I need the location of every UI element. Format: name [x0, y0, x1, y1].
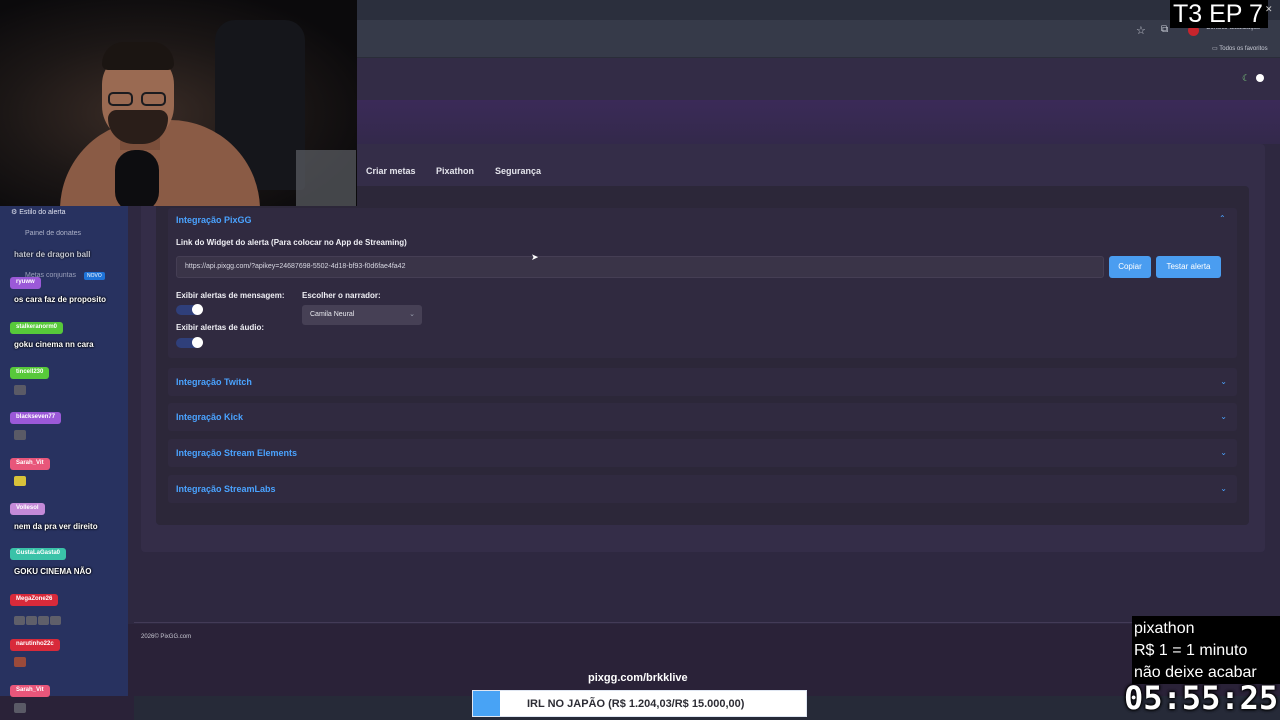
- chat-username: stalkeranorm0: [10, 322, 64, 334]
- accordion-pixgg: [168, 208, 1237, 358]
- chat-message: os cara faz de proposito: [14, 295, 107, 304]
- stream-donation-url: pixgg.com/brkklive: [588, 672, 688, 684]
- chevron-down-icon: ⌄: [409, 311, 415, 318]
- pixathon-promo: pixathon R$ 1 = 1 minuto não deixe acaba…: [1132, 616, 1280, 684]
- chat-username: Vollesol: [10, 503, 45, 515]
- test-alert-button[interactable]: Testar alerta: [1156, 256, 1221, 278]
- narrator-select-value: Camila Neural: [310, 311, 355, 318]
- sidebar-item-label: Estilo do alerta: [19, 209, 66, 216]
- tab-criar-metas[interactable]: Criar metas: [366, 166, 416, 176]
- chevron-down-icon: ⌄: [1220, 377, 1227, 386]
- streamer-hair: [102, 42, 174, 70]
- emote-row: [14, 612, 62, 625]
- emote-icon: [38, 616, 49, 625]
- donation-goal-bar: IRL NO JAPÃO (R$ 1.204,03/R$ 15.000,00): [472, 690, 807, 717]
- tab-pixathon[interactable]: Pixathon: [436, 166, 474, 176]
- theme-toggle[interactable]: ☾: [1240, 73, 1266, 84]
- chat-message: GOKU CINEMA NÃO: [14, 567, 92, 576]
- emote-icon: [14, 616, 25, 625]
- widget-link-label: Link do Widget do alerta (Para colocar n…: [176, 238, 407, 247]
- emote-icon: [14, 385, 26, 395]
- emote-icon: [14, 430, 26, 440]
- chat-username: narutinho22c: [10, 639, 60, 651]
- audio-alerts-toggle[interactable]: [176, 337, 203, 348]
- new-badge: NOVO: [84, 272, 105, 280]
- pixathon-timer: 05:55:25: [1124, 679, 1279, 717]
- widget-url-field[interactable]: https://api.pixgg.com/?apikey=24687698-5…: [176, 256, 1104, 278]
- all-bookmarks-label: Todos os favoritos: [1219, 46, 1268, 52]
- tab-seguranca[interactable]: Segurança: [495, 166, 541, 176]
- webcam-feed: [0, 0, 357, 206]
- episode-label: T3 EP 7: [1170, 0, 1268, 28]
- copy-button[interactable]: Copiar: [1109, 256, 1151, 278]
- goal-text: IRL NO JAPÃO (R$ 1.204,03/R$ 15.000,00): [527, 698, 745, 710]
- promo-line: pixathon: [1134, 620, 1195, 637]
- emote-icon: [14, 657, 26, 667]
- bookmark-star-icon[interactable]: ☆: [1136, 24, 1146, 37]
- accordion-streamlabs[interactable]: Integração StreamLabs ⌄: [168, 475, 1237, 503]
- narrator-select[interactable]: Camila Neural ⌄: [302, 305, 422, 325]
- close-icon[interactable]: ✕: [1265, 4, 1273, 15]
- chat-username: blackseven77: [10, 412, 62, 424]
- emote-icon: [50, 616, 61, 625]
- footer-divider: [134, 622, 1280, 623]
- chat-message: hater de dragon ball: [14, 250, 91, 259]
- chevron-down-icon: ⌄: [1220, 448, 1227, 457]
- sidebar-item-alert-style[interactable]: ⚙ Estilo do alerta: [11, 208, 66, 216]
- emote-icon: [26, 616, 37, 625]
- screen: ☆ ⧉ Concluir atualização ▭ Todos os favo…: [0, 0, 1280, 720]
- accordion-kick-title: Integração Kick: [176, 412, 244, 422]
- extensions-icon[interactable]: ⧉: [1161, 24, 1168, 35]
- all-bookmarks-link[interactable]: ▭ Todos os favoritos: [1212, 45, 1268, 52]
- chevron-up-icon[interactable]: ⌃: [1219, 214, 1226, 223]
- accordion-stream-elements-title: Integração Stream Elements: [176, 448, 298, 458]
- accordion-streamlabs-title: Integração StreamLabs: [176, 484, 276, 494]
- accordion-twitch-title: Integração Twitch: [176, 377, 252, 387]
- audio-alerts-label: Exibir alertas de áudio:: [176, 323, 265, 332]
- promo-line: R$ 1 = 1 minuto: [1134, 642, 1248, 659]
- chat-username: tincell230: [10, 367, 50, 379]
- toggle-knob: [192, 337, 203, 348]
- chat-username: MegaZone26: [10, 594, 59, 606]
- accordion-twitch[interactable]: Integração Twitch ⌄: [168, 368, 1237, 396]
- chat-username: ryuww: [10, 277, 41, 289]
- microphone-arm: [133, 195, 141, 206]
- toggle-knob: [192, 304, 203, 315]
- narrator-label: Escolher o narrador:: [302, 291, 381, 300]
- background-light: [296, 150, 356, 206]
- theme-toggle-knob: [1256, 74, 1264, 82]
- emote-icon: [14, 703, 26, 713]
- goal-progress-fill: [473, 691, 500, 716]
- footer-copyright: 2026© PixGG.com: [141, 634, 192, 640]
- chat-username: Sarah_Vit: [10, 685, 50, 697]
- accordion-kick[interactable]: Integração Kick ⌄: [168, 403, 1237, 431]
- chat-username: GustaLaGasta0: [10, 548, 67, 560]
- chevron-down-icon: ⌄: [1220, 484, 1227, 493]
- glasses-icon: [108, 92, 168, 106]
- message-alerts-label: Exibir alertas de mensagem:: [176, 291, 285, 300]
- accordion-pixgg-title[interactable]: Integração PixGG: [176, 215, 252, 225]
- accordion-stream-elements[interactable]: Integração Stream Elements ⌄: [168, 439, 1237, 467]
- chevron-down-icon: ⌄: [1220, 412, 1227, 421]
- chat-username: Sarah_Vit: [10, 458, 50, 470]
- emote-icon: [14, 476, 26, 486]
- message-alerts-toggle[interactable]: [176, 304, 203, 315]
- chat-message: nem da pra ver direito: [14, 522, 98, 531]
- sidebar-item-donates-panel[interactable]: Painel de donates: [25, 230, 81, 237]
- chat-message: goku cinema nn cara: [14, 340, 94, 349]
- mouse-cursor-icon: ➤: [531, 252, 539, 262]
- moon-icon: ☾: [1242, 73, 1251, 83]
